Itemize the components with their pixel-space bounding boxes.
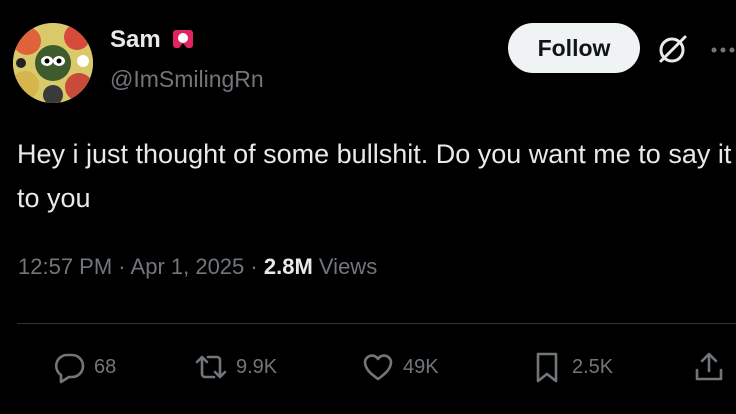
meta-separator: ·	[250, 254, 264, 279]
like-button[interactable]: 49K	[361, 350, 439, 384]
bookmark-button[interactable]: 2.5K	[530, 350, 613, 384]
reply-count: 68	[94, 355, 117, 378]
follow-button[interactable]: Follow	[508, 23, 640, 73]
author-name[interactable]: Sam	[110, 26, 161, 54]
reply-icon	[54, 353, 85, 384]
repost-icon	[195, 355, 227, 379]
post-time[interactable]: 12:57 PM	[18, 254, 112, 279]
author-handle[interactable]: @ImSmilingRn	[110, 66, 264, 93]
views-count: 2.8M	[263, 254, 313, 279]
meta-separator: ·	[118, 254, 131, 279]
reply-button[interactable]: 68	[52, 350, 116, 384]
post-meta: 12:57 PM · Apr 1, 2025 · 2.8M Views	[18, 254, 377, 280]
share-icon	[695, 352, 723, 381]
like-icon	[363, 354, 393, 381]
flag-icon	[171, 28, 195, 52]
divider	[17, 323, 736, 324]
post-text: Hey i just thought of some bullshit. Do …	[17, 139, 732, 213]
avatar[interactable]	[13, 23, 93, 103]
like-count: 49K	[403, 355, 439, 378]
avatar-image	[13, 23, 93, 103]
bookmark-count: 2.5K	[572, 355, 614, 378]
grok-icon[interactable]	[652, 30, 692, 70]
repost-button[interactable]: 9.9K	[194, 350, 277, 384]
views-label: Views	[318, 254, 378, 279]
repost-count: 9.9K	[236, 355, 278, 378]
post-date[interactable]: Apr 1, 2025	[131, 254, 245, 279]
share-button[interactable]	[692, 350, 726, 384]
author-row: Sam	[110, 26, 195, 54]
bookmark-icon	[536, 352, 558, 383]
more-icon[interactable]	[706, 30, 736, 70]
